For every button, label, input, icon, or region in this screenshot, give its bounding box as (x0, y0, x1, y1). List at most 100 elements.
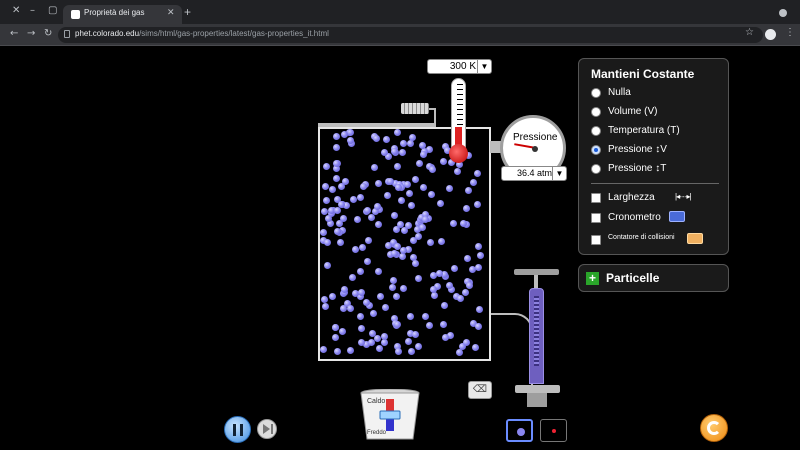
pause-icon (233, 424, 243, 436)
gas-particle (407, 140, 414, 147)
light-particle-mode-button[interactable] (540, 419, 567, 442)
gas-particle (347, 305, 354, 312)
new-tab-button[interactable]: + (184, 6, 191, 18)
temperature-units-dropdown[interactable]: ▼ (477, 60, 491, 73)
particles-label: Particelle (606, 271, 660, 285)
tab-close-icon[interactable]: ✕ (167, 7, 175, 18)
gas-particle (404, 181, 411, 188)
gas-particle (352, 246, 359, 253)
gas-particle (476, 306, 483, 313)
checkbox[interactable] (591, 235, 601, 245)
extensions-icon[interactable] (779, 9, 787, 17)
window-close-icon[interactable]: ✕ (12, 5, 20, 16)
gas-particle (393, 293, 400, 300)
gas-particle (334, 348, 341, 355)
radio-button-selected[interactable] (591, 145, 601, 155)
gas-particle (441, 302, 448, 309)
gas-particle (340, 305, 347, 312)
gas-particle (370, 310, 377, 317)
gas-particle (412, 331, 419, 338)
gas-particle (350, 196, 357, 203)
checkbox-label: Contatore di collisioni (608, 234, 675, 241)
address-bar[interactable]: phet.colorado.edu/sims/html/gas-properti… (58, 27, 763, 43)
gas-particle (415, 343, 422, 350)
gas-particle (463, 339, 470, 346)
gas-particle (475, 264, 482, 271)
gas-container[interactable] (318, 127, 491, 361)
gas-particle (375, 180, 382, 187)
gas-particle (333, 160, 340, 167)
heat-cool-slider[interactable] (380, 411, 400, 419)
gas-particle (401, 227, 408, 234)
gas-particle (390, 277, 397, 284)
checkbox[interactable] (591, 193, 601, 203)
gas-particle (332, 334, 339, 341)
gas-particle (466, 282, 473, 289)
gas-particle (337, 239, 344, 246)
gas-particle (364, 258, 371, 265)
gas-particle (438, 238, 445, 245)
radio-button[interactable] (591, 107, 601, 117)
radio-button[interactable] (591, 88, 601, 98)
pressure-readout[interactable]: 36.4 atm ▼ (501, 166, 567, 181)
gas-particle (377, 293, 384, 300)
gas-particle (336, 220, 343, 227)
url-path: /sims/html/gas-properties/latest/gas-pro… (139, 29, 329, 38)
phet-favicon-icon (71, 10, 80, 19)
particles-accordion[interactable]: + Particelle (578, 264, 729, 292)
radio-button[interactable] (591, 126, 601, 136)
radio-button[interactable] (591, 164, 601, 174)
gas-particle (400, 285, 407, 292)
eraser-button[interactable]: ⌫ (468, 381, 492, 399)
bookmark-star-icon[interactable]: ☆ (745, 27, 754, 38)
checkbox[interactable] (591, 213, 601, 223)
profile-avatar[interactable] (765, 29, 776, 40)
gas-particle (391, 148, 398, 155)
temperature-readout[interactable]: 300 K ▼ (427, 59, 492, 74)
gas-particle (462, 289, 469, 296)
tab-title: Proprietà dei gas (84, 8, 145, 17)
gas-particle (334, 207, 341, 214)
hold-constant-panel: Mantieni Costante Nulla Volume (V) Tempe… (578, 58, 729, 255)
pressure-gauge-label: Pressione (513, 132, 558, 143)
width-arrows-icon: |◂- - -▸| (675, 192, 692, 201)
gas-particle (437, 200, 444, 207)
gas-particle (429, 166, 436, 173)
back-icon[interactable]: ← (10, 28, 18, 39)
browser-menu-icon[interactable]: ⋮ (785, 27, 795, 38)
step-forward-button[interactable] (257, 419, 277, 439)
gas-particle (358, 289, 365, 296)
browser-toolbar: ← → ↻ phet.colorado.edu/sims/html/gas-pr… (0, 24, 800, 46)
gas-particle (442, 334, 449, 341)
heavy-particle-mode-button[interactable] (506, 419, 533, 442)
gas-particle (374, 203, 381, 210)
gas-particle (415, 275, 422, 282)
expand-plus-icon[interactable]: + (586, 272, 599, 285)
gas-particle (399, 149, 406, 156)
gas-particle (477, 252, 484, 259)
gas-particle (358, 325, 365, 332)
gas-particle (431, 292, 438, 299)
window-restore-icon[interactable]: ▢ (48, 5, 57, 16)
gas-particle (408, 348, 415, 355)
gas-particle (339, 328, 346, 335)
gas-particle (369, 330, 376, 337)
gas-particle (400, 247, 407, 254)
gas-particle (373, 135, 380, 142)
gas-particle (368, 214, 375, 221)
window-minimize-icon[interactable]: – (30, 5, 35, 16)
play-pause-button[interactable] (224, 416, 251, 443)
gas-particle (474, 170, 481, 177)
gas-particle (419, 224, 426, 231)
pressure-units-dropdown[interactable]: ▼ (552, 167, 566, 180)
browser-tab[interactable]: Proprietà dei gas ✕ (63, 5, 182, 24)
panel-divider (591, 183, 719, 184)
pump-gauge (534, 296, 539, 366)
gas-particle (400, 140, 407, 147)
forward-icon[interactable]: → (27, 28, 35, 39)
reload-icon[interactable]: ↻ (44, 28, 52, 39)
reset-all-button[interactable] (700, 414, 728, 442)
gas-particle (354, 216, 361, 223)
cold-label: Freddo (367, 430, 387, 436)
lid-handle[interactable] (401, 103, 429, 114)
